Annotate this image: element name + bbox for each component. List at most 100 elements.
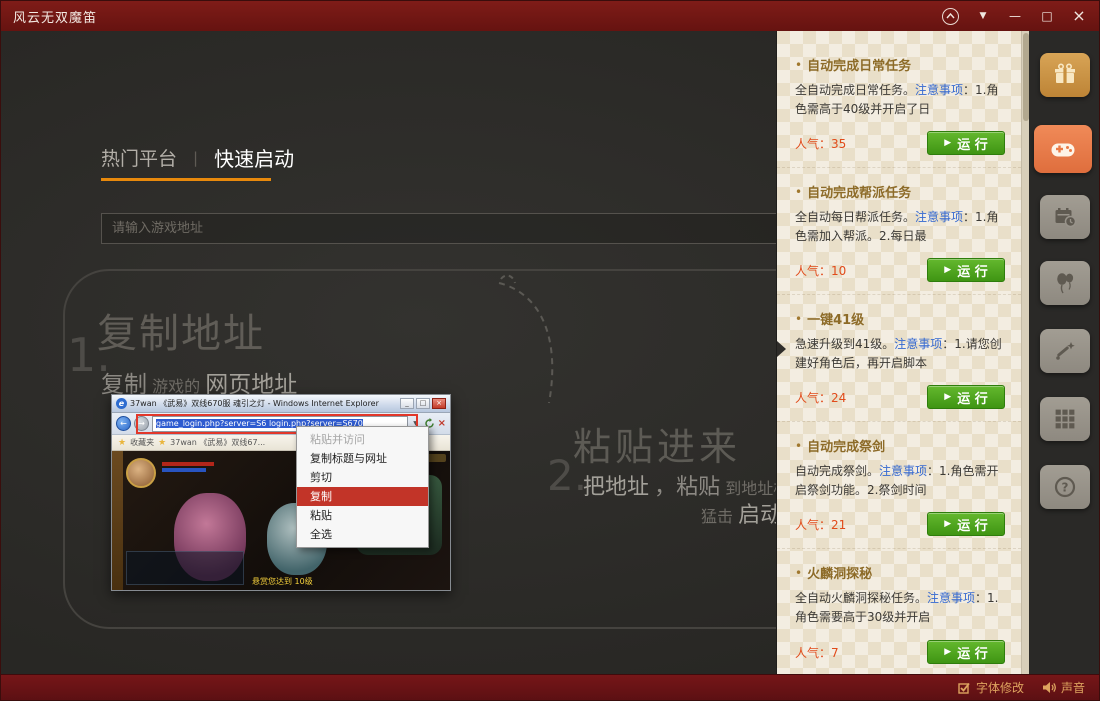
app-window: 风云无双魔笛 ▼ — □ × 热门平台 | 快速启动 1. 复制地址 <box>0 0 1100 701</box>
tools-button[interactable] <box>1040 329 1090 373</box>
context-menu-item: 粘贴并访问 <box>297 430 428 449</box>
help-button[interactable]: ? <box>1040 465 1090 509</box>
task-item: • 自动完成日常任务 全自动完成日常任务。注意事项：1.角色需高于40级并开启了… <box>777 41 1021 168</box>
checkbox-icon <box>958 681 971 694</box>
game-address-input[interactable] <box>101 213 806 244</box>
ie-maximize-icon: □ <box>416 398 430 409</box>
ie-favorite-item: 37wan 《武易》双线67... <box>170 437 265 448</box>
gamepad-button[interactable] <box>1034 125 1092 173</box>
tab-hot-platforms[interactable]: 热门平台 <box>101 144 177 171</box>
run-button[interactable]: ▶ 运 行 <box>927 385 1005 409</box>
step1-title: 复制地址 <box>97 301 265 359</box>
menu-button[interactable]: ▼ <box>975 8 991 24</box>
bullet-icon: • <box>795 566 802 580</box>
game-avatar <box>126 458 156 488</box>
minimize-button[interactable]: — <box>1007 8 1023 24</box>
popularity-label: 人气：24 <box>795 389 846 406</box>
chevron-up-icon <box>946 13 955 19</box>
popularity-label: 人气：35 <box>795 135 846 152</box>
context-menu-item: 复制标题与网址 <box>297 449 428 468</box>
play-icon: ▶ <box>944 266 951 275</box>
run-button-label: 运 行 <box>957 515 988 534</box>
task-item-selected: • 一键41级 急速升级到41级。注意事项：1.请您创建好角色后，再开启脚本 人… <box>777 295 1021 422</box>
balloon-icon <box>1052 270 1078 296</box>
icon-sidebar: ? <box>1029 31 1100 676</box>
task-desc-text: 急速升级到41级。 <box>795 337 894 351</box>
ie-stop-icon: × <box>438 419 446 429</box>
ie-back-icon: ← <box>116 416 131 431</box>
bullet-icon: • <box>795 58 802 72</box>
task-list: • 自动完成日常任务 全自动完成日常任务。注意事项：1.角色需高于40级并开启了… <box>777 31 1021 676</box>
step2-seg-a: 把地址 <box>583 475 649 500</box>
star-icon: ★ <box>118 438 126 448</box>
run-button-label: 运 行 <box>957 134 988 153</box>
note-link[interactable]: 注意事项 <box>879 464 927 478</box>
run-button[interactable]: ▶ 运 行 <box>927 512 1005 536</box>
run-button[interactable]: ▶ 运 行 <box>927 258 1005 282</box>
play-icon: ▶ <box>944 648 951 657</box>
rollup-button[interactable] <box>942 8 959 25</box>
note-link[interactable]: 注意事项 <box>915 210 963 224</box>
task-title: 火麟洞探秘 <box>807 563 872 582</box>
run-button-label: 运 行 <box>957 643 988 662</box>
gift-button[interactable] <box>1040 53 1090 97</box>
run-button[interactable]: ▶ 运 行 <box>927 640 1005 664</box>
schedule-button[interactable] <box>1040 195 1090 239</box>
task-item: • 火麟洞探秘 全自动火麟洞探秘任务。注意事项：1.角色需要高于30级并开启 人… <box>777 549 1021 676</box>
statusbar: 字体修改 声音 <box>1 674 1099 700</box>
task-title: 一键41级 <box>807 309 864 328</box>
note-link[interactable]: 注意事项 <box>915 83 963 97</box>
titlebar: 风云无双魔笛 ▼ — □ × <box>1 1 1099 31</box>
task-item: • 自动完成祭剑 自动完成祭剑。注意事项：1.角色需开启祭剑功能。2.祭剑时间 … <box>777 422 1021 549</box>
window-title: 风云无双魔笛 <box>13 7 97 26</box>
selection-arrow-icon <box>777 341 786 357</box>
context-menu-item-copy-highlighted: 复制 <box>297 487 428 506</box>
ie-window-title: 37wan 《武易》双线670服 魂引之灯 - Windows Internet… <box>130 398 397 409</box>
task-title: 自动完成帮派任务 <box>807 182 911 201</box>
context-menu-item: 剪切 <box>297 468 428 487</box>
note-link[interactable]: 注意事项 <box>894 337 942 351</box>
step2-title: 粘贴进来 <box>573 416 741 471</box>
star-icon: ★ <box>158 438 166 448</box>
task-item: • 自动完成帮派任务 全自动每日帮派任务。注意事项：1.角色需加入帮派。2.每日… <box>777 168 1021 295</box>
run-button-label: 运 行 <box>957 261 988 280</box>
task-description: 全自动每日帮派任务。注意事项：1.角色需加入帮派。2.每日最 <box>795 208 1005 246</box>
run-button-label: 运 行 <box>957 388 988 407</box>
game-chat-box <box>126 551 244 585</box>
sound-button[interactable]: 声音 <box>1042 679 1085 696</box>
task-title: 自动完成祭剑 <box>807 436 885 455</box>
scrollbar-track[interactable] <box>1021 31 1029 676</box>
calendar-clock-icon <box>1052 204 1078 230</box>
ie-close-icon: × <box>432 398 446 409</box>
window-controls: ▼ — □ × <box>942 8 1087 25</box>
close-button[interactable]: × <box>1071 8 1087 24</box>
game-caption: 悬赏您达到 10级 <box>252 576 313 587</box>
bullet-icon: • <box>795 312 802 326</box>
context-menu: 粘贴并访问 复制标题与网址 剪切 复制 粘贴 全选 <box>296 426 429 548</box>
task-panel: • 自动完成日常任务 全自动完成日常任务。注意事项：1.角色需高于40级并开启了… <box>776 31 1029 676</box>
game-hp-bar <box>162 462 214 466</box>
task-description: 全自动火麟洞探秘任务。注意事项：1.角色需要高于30级并开启 <box>795 589 1005 627</box>
context-menu-item: 粘贴 <box>297 506 428 525</box>
run-button[interactable]: ▶ 运 行 <box>927 131 1005 155</box>
tab-quick-launch[interactable]: 快速启动 <box>214 143 294 172</box>
ie-window-buttons: _ □ × <box>400 398 446 409</box>
tab-bar: 热门平台 | 快速启动 <box>101 143 294 172</box>
gamepad-icon <box>1050 136 1076 162</box>
gift-icon <box>1052 62 1078 88</box>
popularity-label: 人气：10 <box>795 262 846 279</box>
task-desc-text: 全自动火麟洞探秘任务。 <box>795 591 927 605</box>
maximize-button[interactable]: □ <box>1039 8 1055 24</box>
step2-seg-d: 猛击 <box>701 507 733 526</box>
note-link[interactable]: 注意事项 <box>927 591 975 605</box>
popularity-label: 人气：21 <box>795 516 846 533</box>
play-icon: ▶ <box>944 393 951 402</box>
task-desc-text: 全自动完成日常任务。 <box>795 83 915 97</box>
events-button[interactable] <box>1040 261 1090 305</box>
task-title: 自动完成日常任务 <box>807 55 911 74</box>
apps-button[interactable] <box>1040 397 1090 441</box>
font-settings-button[interactable]: 字体修改 <box>958 679 1024 696</box>
popularity-label: 人气：7 <box>795 644 839 661</box>
tab-separator: | <box>193 149 198 167</box>
help-icon: ? <box>1052 474 1078 500</box>
